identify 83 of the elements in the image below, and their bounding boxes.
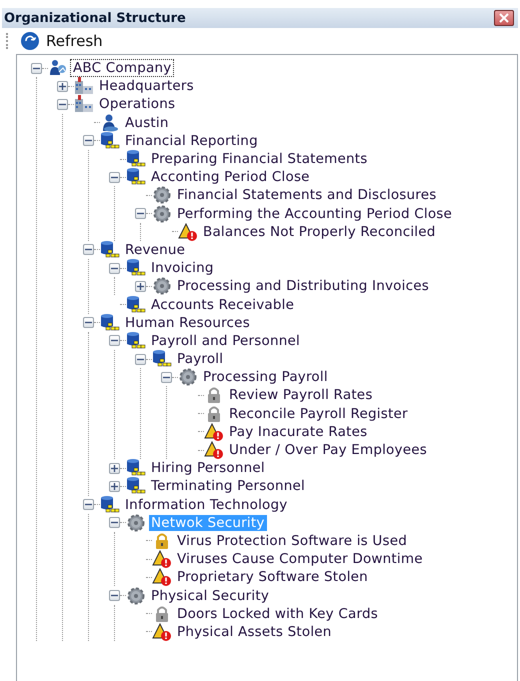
close-icon xyxy=(498,13,510,23)
tree-item[interactable]: Payroll and Personnel xyxy=(149,332,302,349)
tree-item[interactable]: Performing the Accounting Period Close xyxy=(175,206,454,222)
collapse-toggle[interactable] xyxy=(135,354,146,365)
tree-item[interactable]: Payroll xyxy=(175,351,226,368)
collapse-toggle[interactable] xyxy=(109,517,120,528)
tree-item[interactable]: Physical Security xyxy=(149,588,272,604)
refresh-icon xyxy=(20,31,40,51)
database-icon xyxy=(126,477,146,496)
tree-item[interactable]: Invoicing xyxy=(149,260,216,276)
database-icon xyxy=(100,496,120,514)
tree-item[interactable]: Human Resources xyxy=(123,314,252,331)
tree-item[interactable]: Financial Statements and Disclosures xyxy=(175,187,438,204)
tree-item[interactable]: Austin xyxy=(123,114,171,131)
expand-toggle[interactable] xyxy=(57,80,68,92)
tree-item[interactable]: Reconcile Payroll Register xyxy=(227,406,410,422)
plus-icon xyxy=(111,464,118,472)
gear-icon xyxy=(126,514,146,532)
database-icon xyxy=(126,150,146,168)
people-icon xyxy=(48,59,68,78)
tree-item[interactable]: Hiring Personnel xyxy=(149,460,267,476)
expand-toggle[interactable] xyxy=(109,462,120,474)
refresh-button[interactable]: Refresh xyxy=(16,29,107,53)
warning-icon xyxy=(204,441,224,460)
tree-item[interactable]: Terminating Personnel xyxy=(149,478,307,494)
tree-item[interactable]: Information Technology xyxy=(123,496,290,513)
tree-item[interactable]: Under / Over Pay Employees xyxy=(227,442,429,458)
collapse-toggle[interactable] xyxy=(57,98,68,110)
collapse-toggle[interactable] xyxy=(83,244,94,256)
building-icon xyxy=(74,77,94,96)
expand-toggle[interactable] xyxy=(135,280,146,292)
plus-icon xyxy=(137,282,144,290)
person-icon xyxy=(100,114,120,132)
collapse-toggle[interactable] xyxy=(83,317,94,328)
collapse-toggle[interactable] xyxy=(109,335,120,346)
collapse-toggle[interactable] xyxy=(109,262,120,274)
database-icon xyxy=(126,259,146,278)
close-button[interactable] xyxy=(494,10,514,26)
warning-icon xyxy=(178,222,198,241)
database-icon xyxy=(100,240,120,259)
tree-item[interactable]: Pay Inacurate Rates xyxy=(227,424,370,440)
database-icon xyxy=(126,296,146,314)
building-icon xyxy=(74,95,94,114)
plus-icon xyxy=(59,82,66,90)
tree-item[interactable]: Balances Not Properly Reconciled xyxy=(201,224,438,240)
database-icon xyxy=(126,168,146,186)
tree-item[interactable]: Accounts Receivable xyxy=(149,296,296,313)
tree-item[interactable]: Doors Locked with Key Cards xyxy=(175,606,380,622)
collapse-toggle[interactable] xyxy=(31,62,42,74)
gear-icon xyxy=(126,586,146,605)
tree-item[interactable]: Processing Payroll xyxy=(201,369,330,386)
tree-item[interactable]: Physical Assets Stolen xyxy=(175,624,334,640)
plus-icon xyxy=(111,482,118,490)
warning-icon xyxy=(152,550,172,568)
tree-item[interactable]: Viruses Cause Computer Downtime xyxy=(175,551,425,568)
tree-item[interactable]: Acconting Period Close xyxy=(149,169,312,186)
database-icon xyxy=(152,350,172,368)
tree-item[interactable]: Processing and Distributing Invoices xyxy=(175,278,431,294)
tree-item[interactable]: Operations xyxy=(97,96,178,112)
window-title: Organizational Structure xyxy=(4,10,186,26)
warning-icon xyxy=(204,422,224,441)
collapse-toggle[interactable] xyxy=(161,372,172,383)
warning-icon xyxy=(152,622,172,641)
collapse-toggle[interactable] xyxy=(83,499,94,510)
warning-icon xyxy=(152,568,172,586)
tree-item[interactable]: ABC Company xyxy=(71,60,174,76)
collapse-toggle[interactable] xyxy=(135,208,146,220)
tree-item[interactable]: Preparing Financial Statements xyxy=(149,151,370,168)
tree-item[interactable]: Revenue xyxy=(123,242,188,258)
gear-icon xyxy=(152,204,172,223)
database-icon xyxy=(100,132,120,150)
tree-item[interactable]: Review Payroll Rates xyxy=(227,387,375,404)
collapse-toggle[interactable] xyxy=(109,590,120,602)
collapse-toggle[interactable] xyxy=(109,172,120,183)
tree-item[interactable]: Virus Protection Software is Used xyxy=(175,532,409,549)
database-icon xyxy=(126,332,146,350)
tree-item[interactable]: Financial Reporting xyxy=(123,132,260,149)
database-icon xyxy=(100,314,120,332)
collapse-toggle[interactable] xyxy=(83,135,94,146)
database-icon xyxy=(126,459,146,478)
expand-toggle[interactable] xyxy=(109,480,120,492)
tree-item[interactable]: Proprietary Software Stolen xyxy=(175,569,370,586)
tree-item[interactable]: Headquarters xyxy=(97,78,196,94)
